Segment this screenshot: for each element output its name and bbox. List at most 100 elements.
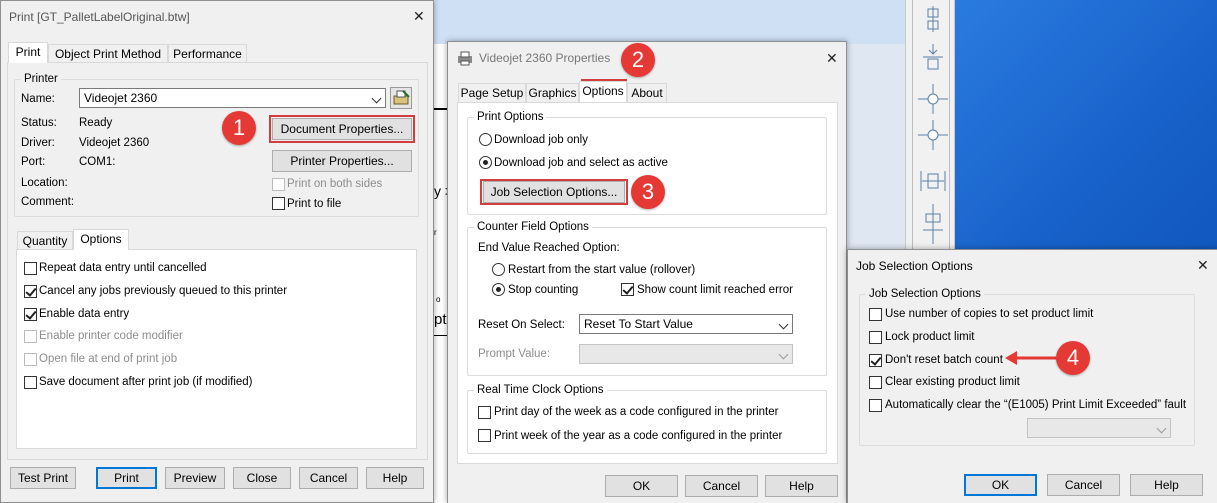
printer-settings-icon[interactable] xyxy=(390,87,412,109)
tab-print[interactable]: Print xyxy=(8,42,48,63)
open-file-checkbox[interactable] xyxy=(24,353,37,366)
distribute-vertical-icon[interactable] xyxy=(920,204,946,244)
cancel-button[interactable]: Cancel xyxy=(685,475,758,497)
save-document-label: Save document after print job (if modifi… xyxy=(39,376,253,388)
print-to-file-label: Print to file xyxy=(287,198,342,210)
print-both-sides-label: Print on both sides xyxy=(287,178,383,190)
close-icon[interactable]: ✕ xyxy=(1197,258,1209,272)
driver-label: Driver: xyxy=(21,137,55,149)
options-list xyxy=(17,250,416,448)
prompt-value-select[interactable] xyxy=(579,344,793,364)
help-button[interactable]: Help xyxy=(366,467,424,489)
reset-on-select-select[interactable]: Reset To Start Value xyxy=(579,314,793,334)
download-only-radio[interactable] xyxy=(479,133,492,146)
driver-value: Videojet 2360 xyxy=(79,137,150,149)
align-vertical-icon[interactable] xyxy=(920,44,946,74)
help-button[interactable]: Help xyxy=(765,475,838,497)
tab-about[interactable]: About xyxy=(627,83,667,102)
tab-page-setup[interactable]: Page Setup xyxy=(458,83,526,102)
desktop-background xyxy=(843,44,905,254)
annotation-badge-3: 3 xyxy=(631,175,665,209)
reset-on-select-label: Reset On Select: xyxy=(478,319,565,331)
cancel-jobs-label: Cancel any jobs previously queued to thi… xyxy=(39,285,288,297)
port-label: Port: xyxy=(21,156,46,168)
save-document-checkbox[interactable] xyxy=(24,376,37,389)
center-horizontal-icon[interactable] xyxy=(918,120,948,150)
tab-object-print-method[interactable]: Object Print Method xyxy=(48,44,168,63)
printer-properties-button[interactable]: Printer Properties... xyxy=(272,150,412,172)
job-selection-title: Job Selection Options xyxy=(856,259,973,273)
show-count-checkbox[interactable] xyxy=(621,283,634,296)
printer-icon xyxy=(458,51,472,66)
print-dialog: Print [GT_PalletLabelOriginal.btw] ✕ Pri… xyxy=(0,0,434,503)
print-options-title: Print Options xyxy=(474,110,547,124)
tab-options[interactable]: Options xyxy=(73,229,129,250)
auto-clear-select[interactable] xyxy=(1027,418,1171,438)
prompt-value-label: Prompt Value: xyxy=(478,348,551,360)
tab-graphics[interactable]: Graphics xyxy=(526,83,579,102)
rtc-day-label: Print day of the week as a code configur… xyxy=(494,406,779,418)
print-button[interactable]: Print xyxy=(96,467,157,489)
center-icon[interactable] xyxy=(918,84,948,114)
port-value: COM1: xyxy=(79,156,116,168)
stop-counting-radio[interactable] xyxy=(492,283,505,296)
rtc-group-title: Real Time Clock Options xyxy=(474,383,607,397)
stop-counting-label: Stop counting xyxy=(508,284,579,296)
align-horizontal-icon[interactable] xyxy=(918,168,948,194)
enable-printer-code-modifier-label: Enable printer code modifier xyxy=(39,330,183,342)
repeat-data-entry-checkbox[interactable] xyxy=(24,262,37,275)
rtc-week-label: Print week of the year as a code configu… xyxy=(494,430,783,442)
cancel-jobs-checkbox[interactable] xyxy=(24,285,37,298)
ok-button[interactable]: OK xyxy=(964,474,1037,496)
comment-label: Comment: xyxy=(21,196,75,208)
test-print-button[interactable]: Test Print xyxy=(10,467,76,489)
download-only-label: Download job only xyxy=(494,134,588,146)
print-dialog-title: Print [GT_PalletLabelOriginal.btw] xyxy=(9,10,190,24)
printer-group-title: Printer xyxy=(21,72,61,86)
download-select-label: Download job and select as active xyxy=(494,157,668,169)
download-select-radio[interactable] xyxy=(479,156,492,169)
background-text-4: r xyxy=(434,228,437,237)
restart-radio[interactable] xyxy=(492,263,505,276)
highlight-box xyxy=(480,179,628,205)
rtc-week-checkbox[interactable] xyxy=(478,429,491,442)
enable-data-entry-checkbox[interactable] xyxy=(24,308,37,321)
reset-on-select-value: Reset To Start Value xyxy=(584,317,693,331)
use-copies-checkbox[interactable] xyxy=(869,308,882,321)
highlight-box xyxy=(269,115,415,143)
cancel-button[interactable]: Cancel xyxy=(1047,474,1120,496)
status-value: Ready xyxy=(79,117,113,129)
printer-name-select[interactable]: Videojet 2360 xyxy=(79,88,386,108)
chevron-down-icon xyxy=(1156,423,1167,434)
rtc-group: Real Time Clock Options xyxy=(467,383,827,454)
properties-dialog-title: Videojet 2360 Properties xyxy=(479,51,611,65)
status-label: Status: xyxy=(21,117,57,129)
lock-limit-checkbox[interactable] xyxy=(869,331,882,344)
annotation-badge-2: 2 xyxy=(621,43,655,77)
enable-data-entry-label: Enable data entry xyxy=(39,308,130,320)
dont-reset-batch-checkbox[interactable] xyxy=(869,354,882,367)
print-to-file-checkbox[interactable] xyxy=(272,197,285,210)
annotation-badge-1: 1 xyxy=(222,111,256,145)
align-distribute-icon[interactable] xyxy=(920,6,946,32)
rtc-day-checkbox[interactable] xyxy=(478,406,491,419)
cancel-button[interactable]: Cancel xyxy=(299,467,358,489)
job-selection-dialog: Job Selection Options ✕ Job Selection Op… xyxy=(847,249,1217,503)
tab-options[interactable]: Options xyxy=(579,81,627,102)
tab-performance[interactable]: Performance xyxy=(168,44,247,63)
tab-quantity[interactable]: Quantity xyxy=(17,231,73,250)
help-button[interactable]: Help xyxy=(1130,474,1203,496)
preview-button[interactable]: Preview xyxy=(165,467,225,489)
clear-limit-checkbox[interactable] xyxy=(869,376,882,389)
job-selection-group-title: Job Selection Options xyxy=(866,287,984,301)
print-both-sides-checkbox[interactable] xyxy=(272,178,285,191)
enable-printer-code-modifier-checkbox[interactable] xyxy=(24,330,37,343)
ok-button[interactable]: OK xyxy=(605,475,678,497)
close-icon[interactable]: ✕ xyxy=(826,51,838,65)
annotation-badge-4: 4 xyxy=(1056,341,1090,375)
auto-clear-checkbox[interactable] xyxy=(869,399,882,412)
close-icon[interactable]: ✕ xyxy=(413,9,425,23)
close-button[interactable]: Close xyxy=(233,467,291,489)
name-label: Name: xyxy=(21,93,55,105)
background-text-3: o xyxy=(436,295,441,304)
